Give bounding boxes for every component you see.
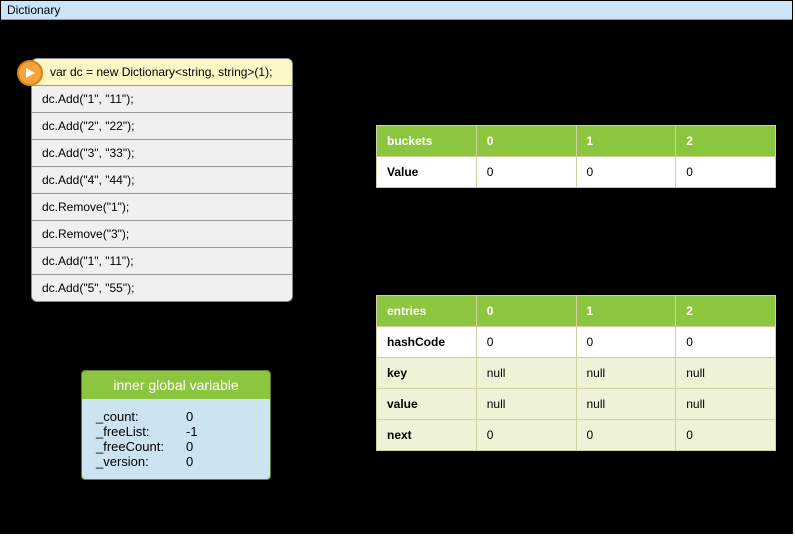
cell: null	[676, 358, 776, 389]
global-row: _count: 0	[96, 409, 256, 424]
window-title: Dictionary	[7, 3, 60, 17]
cell: 0	[476, 420, 576, 451]
col-header: 1	[576, 296, 676, 327]
entries-header: entries	[377, 296, 477, 327]
row-label: value	[377, 389, 477, 420]
cell: null	[476, 358, 576, 389]
code-line: dc.Remove("3");	[32, 220, 292, 247]
cell: 0	[576, 420, 676, 451]
code-line: var dc = new Dictionary<string, string>(…	[32, 59, 292, 85]
cell: 0	[576, 157, 676, 188]
play-button[interactable]	[17, 60, 43, 86]
cell: 0	[476, 157, 576, 188]
table-row: Value 0 0 0	[377, 157, 776, 188]
global-row: _freeList: -1	[96, 424, 256, 439]
globals-title: inner global variable	[82, 371, 270, 399]
globals-body: _count: 0 _freeList: -1 _freeCount: 0 _v…	[82, 399, 270, 479]
global-row: _freeCount: 0	[96, 439, 256, 454]
cell: null	[576, 358, 676, 389]
table-row: value null null null	[377, 389, 776, 420]
code-line: dc.Add("3", "33");	[32, 139, 292, 166]
code-line: dc.Add("5", "55");	[32, 274, 292, 301]
table-row: key null null null	[377, 358, 776, 389]
diagram-content: var dc = new Dictionary<string, string>(…	[1, 20, 792, 533]
global-value: 0	[186, 454, 193, 469]
col-header: 0	[476, 126, 576, 157]
code-panel: var dc = new Dictionary<string, string>(…	[31, 58, 293, 302]
col-header: 2	[676, 296, 776, 327]
cell: 0	[676, 327, 776, 358]
row-label: key	[377, 358, 477, 389]
cell: 0	[476, 327, 576, 358]
code-line: dc.Remove("1");	[32, 193, 292, 220]
global-label: _count:	[96, 409, 186, 424]
row-label: Value	[377, 157, 477, 188]
entries-table: entries 0 1 2 hashCode 0 0 0 key null nu…	[376, 295, 776, 451]
window-titlebar: Dictionary	[1, 1, 792, 20]
code-line: dc.Add("2", "22");	[32, 112, 292, 139]
global-label: _version:	[96, 454, 186, 469]
cell: null	[576, 389, 676, 420]
code-line: dc.Add("4", "44");	[32, 166, 292, 193]
global-label: _freeList:	[96, 424, 186, 439]
globals-panel: inner global variable _count: 0 _freeLis…	[81, 370, 271, 480]
global-value: -1	[186, 424, 198, 439]
table-header-row: entries 0 1 2	[377, 296, 776, 327]
col-header: 1	[576, 126, 676, 157]
code-line: dc.Add("1", "11");	[32, 85, 292, 112]
buckets-table: buckets 0 1 2 Value 0 0 0	[376, 125, 776, 188]
cell: 0	[676, 157, 776, 188]
col-header: 0	[476, 296, 576, 327]
cell: null	[476, 389, 576, 420]
global-value: 0	[186, 439, 193, 454]
table-row: hashCode 0 0 0	[377, 327, 776, 358]
buckets-header: buckets	[377, 126, 477, 157]
cell: null	[676, 389, 776, 420]
play-icon	[24, 67, 36, 79]
global-row: _version: 0	[96, 454, 256, 469]
row-label: next	[377, 420, 477, 451]
code-line: dc.Add("1", "11");	[32, 247, 292, 274]
diagram-window: Dictionary var dc = new Dictionary<strin…	[0, 0, 793, 534]
table-header-row: buckets 0 1 2	[377, 126, 776, 157]
global-label: _freeCount:	[96, 439, 186, 454]
table-row: next 0 0 0	[377, 420, 776, 451]
global-value: 0	[186, 409, 193, 424]
col-header: 2	[676, 126, 776, 157]
cell: 0	[576, 327, 676, 358]
cell: 0	[676, 420, 776, 451]
row-label: hashCode	[377, 327, 477, 358]
